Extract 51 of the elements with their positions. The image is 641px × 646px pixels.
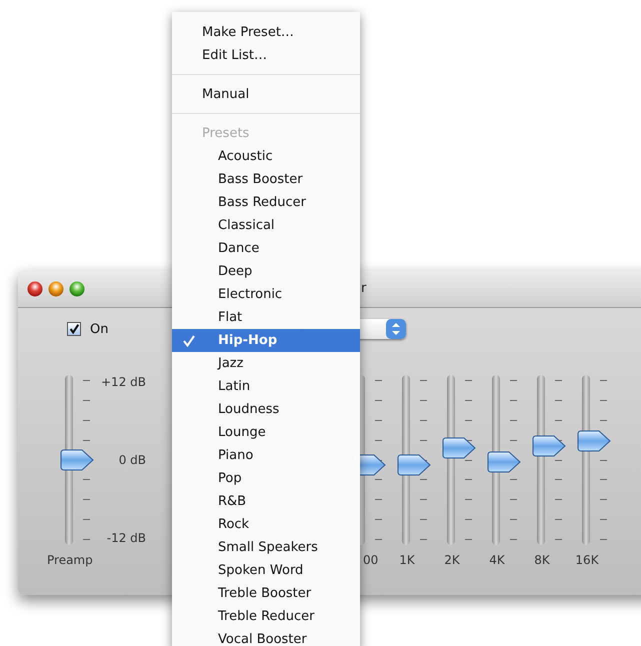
- band-label: 2K: [443, 553, 461, 567]
- menu-item[interactable]: Lounge: [172, 421, 360, 444]
- menu-item[interactable]: Edit List…: [172, 44, 360, 67]
- menu-item[interactable]: Flat: [172, 306, 360, 329]
- slider-thumb[interactable]: [397, 454, 431, 476]
- menu-item[interactable]: Deep: [172, 260, 360, 283]
- scale-label: -12 dB: [106, 531, 146, 545]
- zoom-button[interactable]: [69, 280, 85, 296]
- menu-header: Presets: [201, 125, 250, 143]
- scale-label: 0 dB: [118, 453, 146, 467]
- up-down-arrows-icon: [386, 319, 406, 339]
- band-label: 1K: [398, 553, 416, 567]
- menu-item[interactable]: Rock: [172, 513, 360, 536]
- menu-item[interactable]: Electronic: [172, 283, 360, 306]
- checkmark-icon: [68, 322, 80, 336]
- menu-item[interactable]: Classical: [172, 214, 360, 237]
- menu-item[interactable]: Treble Booster: [172, 582, 360, 605]
- menu-item[interactable]: Dance: [172, 237, 360, 260]
- checkbox-label[interactable]: On: [90, 322, 108, 336]
- menu-item[interactable]: Make Preset…: [172, 21, 360, 44]
- menu-item[interactable]: Bass Reducer: [172, 191, 360, 214]
- menu-item[interactable]: Small Speakers: [172, 536, 360, 559]
- slider-thumb[interactable]: [532, 435, 566, 458]
- band-label: 00: [363, 553, 380, 567]
- scale-label: +12 dB: [100, 375, 146, 389]
- menu-item[interactable]: Vocal Booster: [172, 628, 360, 646]
- slider-thumb[interactable]: [487, 450, 521, 473]
- menu-item[interactable]: Loudness: [172, 398, 360, 421]
- slider-thumb[interactable]: [577, 430, 611, 452]
- slider-thumb[interactable]: [60, 449, 94, 471]
- slider-thumb[interactable]: [442, 437, 476, 460]
- checkbox[interactable]: [67, 322, 81, 336]
- menu-item[interactable]: Manual: [172, 83, 360, 106]
- window-title: r: [361, 281, 366, 296]
- menu-item[interactable]: Jazz: [172, 352, 360, 375]
- menu-item[interactable]: Bass Booster: [172, 168, 360, 191]
- menu-item[interactable]: Piano: [172, 444, 360, 467]
- checkmark-icon: [183, 335, 195, 347]
- menu-item[interactable]: Treble Reducer: [172, 605, 360, 628]
- menu-item[interactable]: R&B: [172, 490, 360, 513]
- menu-item[interactable]: Pop: [172, 467, 360, 490]
- band-label: 16K: [574, 553, 600, 567]
- menu-item[interactable]: Latin: [172, 375, 360, 398]
- band-label: 8K: [533, 553, 551, 567]
- slider-label: Preamp: [47, 553, 94, 567]
- minimize-button[interactable]: [48, 280, 64, 296]
- close-button[interactable]: [27, 280, 43, 296]
- band-label: 4K: [488, 553, 506, 567]
- menu-item[interactable]: Spoken Word: [172, 559, 360, 582]
- menu-item[interactable]: Acoustic: [172, 145, 360, 168]
- menu-item[interactable]: Hip-Hop: [172, 329, 360, 352]
